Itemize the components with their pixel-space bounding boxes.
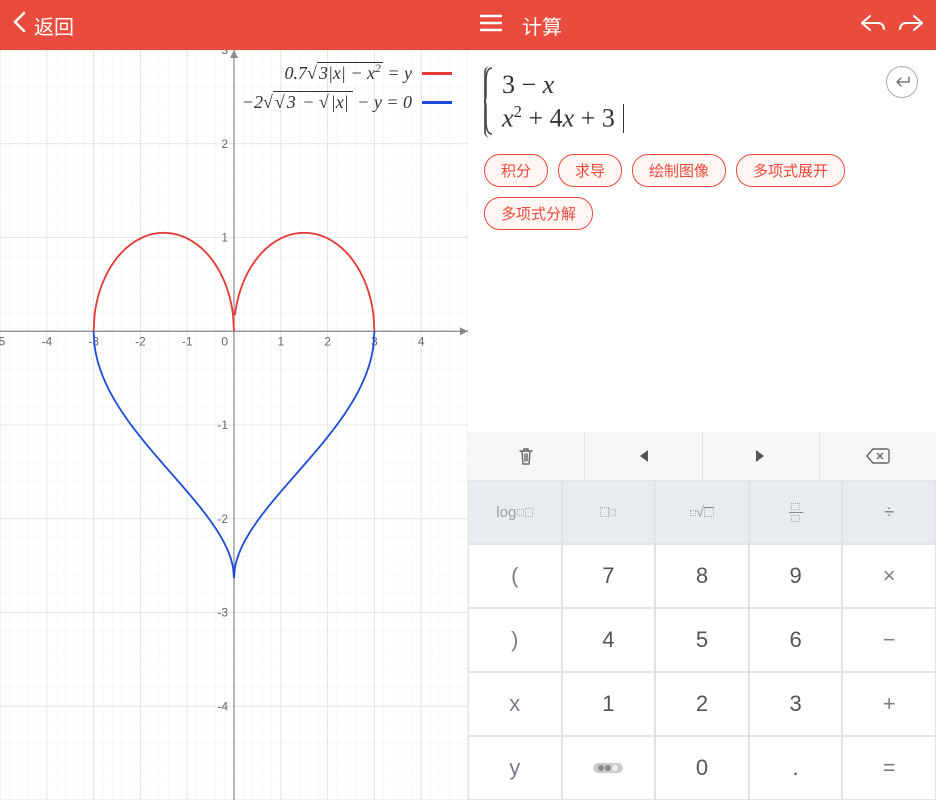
menu-icon[interactable]	[480, 14, 502, 37]
key-y[interactable]: y	[468, 736, 562, 800]
chip-expand[interactable]: 多项式展开	[736, 154, 845, 187]
cursor-right-button[interactable]	[703, 432, 820, 480]
key-fraction[interactable]	[749, 480, 843, 544]
key-plus[interactable]: +	[842, 672, 936, 736]
key-nthroot[interactable]: √	[655, 480, 749, 544]
key-minus[interactable]: −	[842, 608, 936, 672]
redo-icon[interactable]	[898, 14, 924, 37]
svg-text:1: 1	[277, 334, 284, 348]
svg-text:-2: -2	[217, 512, 228, 526]
svg-text:-1: -1	[182, 334, 193, 348]
key-7[interactable]: 7	[562, 544, 656, 608]
enter-button[interactable]	[886, 66, 918, 98]
key-1[interactable]: 1	[562, 672, 656, 736]
key-4[interactable]: 4	[562, 608, 656, 672]
key-x[interactable]: x	[468, 672, 562, 736]
chevron-left-icon	[12, 11, 26, 39]
expression-box[interactable]: 3 − x x2 + 4x + 3	[484, 66, 920, 138]
key-log[interactable]: log	[468, 480, 562, 544]
key-lparen[interactable]: (	[468, 544, 562, 608]
undo-icon[interactable]	[860, 14, 886, 37]
back-button[interactable]: 返回	[12, 11, 74, 40]
svg-text:1: 1	[221, 231, 228, 245]
key-multiply[interactable]: ×	[842, 544, 936, 608]
chip-plot[interactable]: 绘制图像	[632, 154, 726, 187]
key-8[interactable]: 8	[655, 544, 749, 608]
svg-text:-4: -4	[217, 699, 228, 713]
svg-text:4: 4	[418, 334, 425, 348]
equation-2: −23 − |x| − y = 0	[242, 92, 412, 113]
legend: 0.73|x| − x2 = y −23 − |x| − y = 0	[242, 62, 452, 121]
legend-item-2: −23 − |x| − y = 0	[242, 92, 452, 113]
legend-color-red	[422, 72, 452, 75]
key-rparen[interactable]: )	[468, 608, 562, 672]
left-header: 返回	[0, 0, 468, 50]
key-5[interactable]: 5	[655, 608, 749, 672]
cursor-left-button[interactable]	[585, 432, 702, 480]
legend-item-1: 0.73|x| − x2 = y	[242, 62, 452, 84]
svg-text:2: 2	[221, 137, 228, 151]
tick-labels: -5-4-3-2-11234-4-3-2-11230	[0, 50, 425, 713]
chip-integral[interactable]: 积分	[484, 154, 548, 187]
expression-line-2: x2 + 4x + 3	[494, 102, 912, 134]
back-label: 返回	[34, 11, 74, 40]
equation-1: 0.73|x| − x2 = y	[285, 62, 412, 84]
keypad: log √ ÷ ( 7 8 9 × ) 4 5 6 − x 1 2 3 +	[468, 432, 936, 800]
calc-title: 计算	[522, 11, 562, 40]
expression-area[interactable]: 3 − x x2 + 4x + 3 积分 求导 绘制图像 多项式展开 多项式分解	[468, 50, 936, 432]
chip-derivative[interactable]: 求导	[558, 154, 622, 187]
svg-text:2: 2	[324, 334, 331, 348]
key-2[interactable]: 2	[655, 672, 749, 736]
keypad-control-row	[468, 432, 936, 480]
key-3[interactable]: 3	[749, 672, 843, 736]
expression-line-1: 3 − x	[494, 70, 912, 100]
key-dot[interactable]: .	[749, 736, 843, 800]
backspace-button[interactable]	[820, 432, 936, 480]
right-header: 计算	[468, 0, 936, 50]
svg-text:-4: -4	[41, 334, 52, 348]
svg-text:-3: -3	[217, 606, 228, 620]
calculator-pane: 计算 3 − x x2 + 4x + 3 积分 求导 绘制图像 多项式展开	[468, 0, 936, 800]
chip-factor[interactable]: 多项式分解	[484, 197, 593, 230]
svg-text:3: 3	[221, 50, 228, 57]
key-power[interactable]	[562, 480, 656, 544]
graph-pane: 返回 -5-4-3-2-11234-4-3-2-11230 0.73|x| − …	[0, 0, 468, 800]
key-0[interactable]: 0	[655, 736, 749, 800]
key-6[interactable]: 6	[749, 608, 843, 672]
key-equals[interactable]: =	[842, 736, 936, 800]
brace-icon	[484, 66, 494, 136]
svg-text:0: 0	[221, 334, 228, 348]
clear-button[interactable]	[468, 432, 585, 480]
legend-color-blue	[422, 101, 452, 104]
graph-area[interactable]: -5-4-3-2-11234-4-3-2-11230 0.73|x| − x2 …	[0, 50, 468, 800]
svg-text:-5: -5	[0, 334, 6, 348]
key-divide[interactable]: ÷	[842, 480, 936, 544]
svg-text:-2: -2	[135, 334, 146, 348]
key-9[interactable]: 9	[749, 544, 843, 608]
graph-canvas[interactable]: -5-4-3-2-11234-4-3-2-11230	[0, 50, 468, 800]
svg-text:-1: -1	[217, 418, 228, 432]
action-chips: 积分 求导 绘制图像 多项式展开 多项式分解	[484, 154, 920, 230]
key-more[interactable]	[562, 736, 656, 800]
